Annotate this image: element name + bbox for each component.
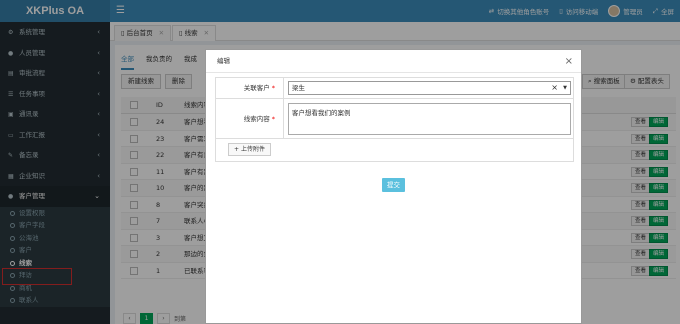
clear-icon[interactable]: × <box>551 82 558 94</box>
modal-title: 编辑 <box>217 57 230 65</box>
modal-header: 编辑 × <box>206 50 581 73</box>
edit-modal: 编辑 × 关联客户 * 梁生 × ▼ 线索内容 * 客户想看我们的案例 + 上传附件… <box>205 49 582 324</box>
form-row-content: 线索内容 * 客户想看我们的案例 <box>216 99 573 139</box>
upload-button[interactable]: + 上传附件 <box>228 143 271 156</box>
edit-form: 关联客户 * 梁生 × ▼ 线索内容 * 客户想看我们的案例 + 上传附件 <box>215 77 574 162</box>
form-row-customer: 关联客户 * 梁生 × ▼ <box>216 78 573 99</box>
plus-icon: + <box>234 146 241 153</box>
caret-down-icon: ▼ <box>563 85 567 91</box>
close-icon[interactable]: × <box>565 50 573 73</box>
content-label: 线索内容 * <box>216 99 284 138</box>
customer-label: 关联客户 * <box>216 78 284 98</box>
form-row-upload: + 上传附件 <box>216 139 573 161</box>
submit-button[interactable]: 提交 <box>382 178 405 192</box>
customer-select[interactable]: 梁生 × ▼ <box>288 81 571 95</box>
content-textarea[interactable]: 客户想看我们的案例 <box>288 103 571 135</box>
